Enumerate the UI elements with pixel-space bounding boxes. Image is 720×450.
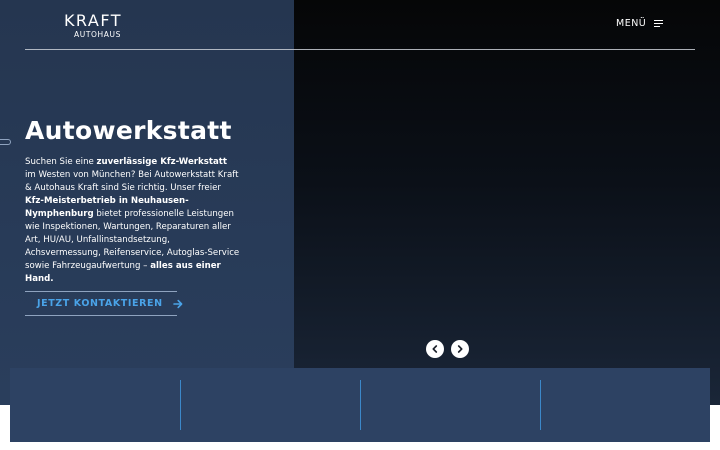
chevron-right-icon bbox=[457, 345, 463, 353]
brand-name: KRAFT bbox=[63, 11, 123, 30]
contact-button-label: JETZT KONTAKTIEREN bbox=[37, 298, 163, 309]
hero-section: KRAFT AUTOHAUS MENÜ Autowerkstatt Suchen… bbox=[0, 0, 720, 405]
brand-logo[interactable]: KRAFT AUTOHAUS bbox=[52, 11, 134, 40]
menu-button[interactable]: MENÜ bbox=[616, 18, 664, 29]
info-divider bbox=[540, 380, 541, 430]
arrow-right-icon bbox=[172, 299, 183, 309]
menu-label: MENÜ bbox=[616, 18, 647, 29]
info-divider bbox=[360, 380, 361, 430]
info-bar bbox=[10, 368, 710, 442]
contact-button[interactable]: JETZT KONTAKTIEREN bbox=[25, 291, 183, 316]
intro-text: Suchen Sie eine zuverlässige Kfz-Werksta… bbox=[25, 157, 240, 284]
page-title: Autowerkstatt bbox=[25, 116, 232, 145]
brand-subtitle: AUTOHAUS bbox=[74, 30, 121, 39]
chevron-left-icon bbox=[432, 345, 438, 353]
side-tab-handle[interactable] bbox=[0, 139, 11, 145]
slider-prev-button[interactable] bbox=[426, 340, 444, 358]
hamburger-icon bbox=[654, 20, 664, 27]
header-divider bbox=[25, 49, 695, 50]
info-divider bbox=[180, 380, 181, 430]
slider-next-button[interactable] bbox=[451, 340, 469, 358]
